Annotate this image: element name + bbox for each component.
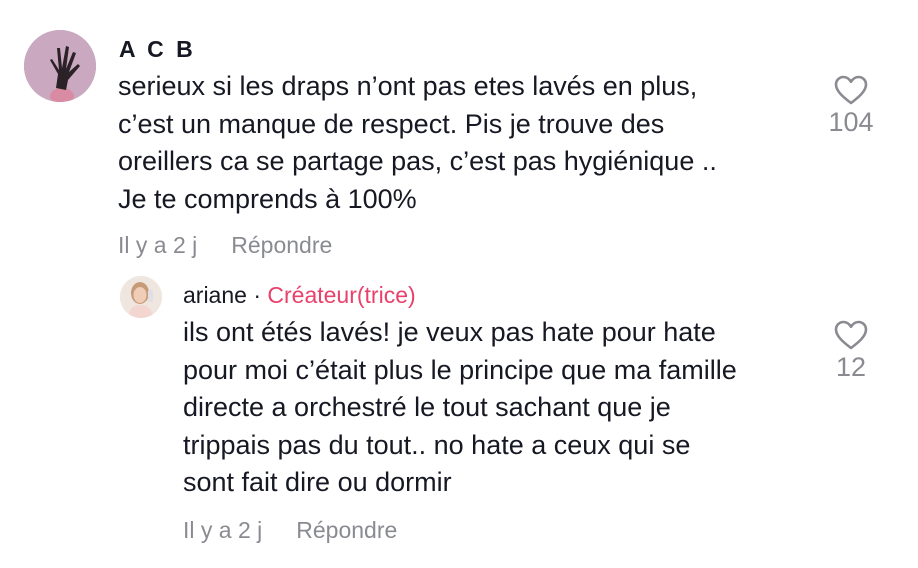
comment-username[interactable]: A C B bbox=[119, 36, 196, 63]
separator-dot: · bbox=[253, 282, 261, 308]
creator-badge: Créateur(trice) bbox=[267, 282, 416, 308]
comment-meta: Il y a 2 j Répondre bbox=[118, 232, 332, 259]
avatar[interactable] bbox=[24, 30, 96, 102]
reply-username: ariane · Créateur(trice) bbox=[183, 282, 416, 309]
like-count: 12 bbox=[835, 352, 867, 382]
heart-icon[interactable] bbox=[834, 320, 868, 350]
reply-button[interactable]: Répondre bbox=[231, 232, 332, 258]
woman-selfie-avatar-icon bbox=[120, 276, 162, 318]
avatar[interactable] bbox=[120, 276, 162, 318]
like-button[interactable]: 12 bbox=[821, 320, 881, 383]
reply-timestamp: Il y a 2 j bbox=[183, 517, 263, 543]
heart-icon[interactable] bbox=[834, 75, 868, 105]
hand-claws-avatar-icon bbox=[24, 30, 96, 102]
reply-meta: Il y a 2 j Répondre bbox=[183, 517, 397, 544]
like-count: 104 bbox=[828, 107, 874, 137]
comment-text: serieux si les draps n’ont pas etes lavé… bbox=[118, 71, 717, 214]
reply-text: ils ont étés lavés! je veux pas hate pou… bbox=[183, 317, 737, 497]
comment-timestamp: Il y a 2 j bbox=[118, 232, 198, 258]
reply-username-text[interactable]: ariane bbox=[183, 282, 247, 308]
like-button[interactable]: 104 bbox=[821, 75, 881, 138]
reply-button[interactable]: Répondre bbox=[296, 517, 397, 543]
